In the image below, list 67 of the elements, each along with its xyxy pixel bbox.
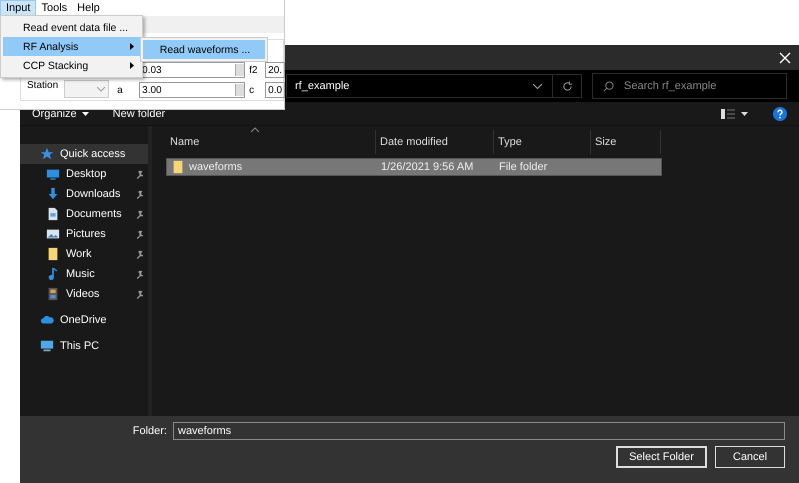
station-label: Station xyxy=(27,80,58,91)
pin-icon[interactable] xyxy=(135,270,144,278)
menu-item[interactable]: Input xyxy=(0,0,36,16)
sidebar-item[interactable]: Music xyxy=(20,264,148,284)
type-cell-text: File folder xyxy=(498,161,548,173)
field-label: c xyxy=(249,84,256,96)
monitor-icon xyxy=(46,167,60,181)
refresh-icon xyxy=(562,80,572,92)
sort-caret-icon xyxy=(250,127,260,133)
column-header[interactable]: Type xyxy=(494,130,591,154)
pin-icon[interactable] xyxy=(135,210,144,218)
address-bar[interactable]: rf_example xyxy=(286,74,582,98)
sidebar-item[interactable]: Videos xyxy=(20,284,148,304)
sidebar-item[interactable]: Work xyxy=(20,244,148,264)
toolbar-button[interactable]: Organize xyxy=(32,108,89,120)
sidebar-item[interactable]: Desktop xyxy=(20,164,148,184)
dialog-button[interactable]: Select Folder xyxy=(616,446,707,468)
field-label: f2 xyxy=(249,64,258,76)
column-header[interactable]: Name xyxy=(166,130,376,154)
download-icon xyxy=(46,187,60,201)
menu-item[interactable]: Read waveforms ... xyxy=(143,40,265,59)
film-icon xyxy=(46,287,60,301)
menu-item[interactable]: Tools xyxy=(36,1,72,15)
menu-item[interactable]: RF Analysis xyxy=(3,37,140,56)
menu-item[interactable]: Help xyxy=(72,1,105,15)
toolbar-button[interactable]: New folder xyxy=(112,108,166,120)
field-label: a xyxy=(117,84,124,96)
folder-icon xyxy=(171,160,185,174)
pin-icon[interactable] xyxy=(135,190,144,198)
number-field[interactable]: 3.00 xyxy=(139,82,246,98)
date-cell-text: 1/26/2021 9:56 AM xyxy=(380,161,474,173)
pin-icon[interactable] xyxy=(135,230,144,238)
submenu-arrow-icon xyxy=(130,43,134,50)
dialog-button[interactable]: Cancel xyxy=(715,446,785,468)
folder-field[interactable]: waveforms xyxy=(173,422,785,440)
search-field[interactable]: Search rf_example xyxy=(592,73,787,99)
chevron-down-icon xyxy=(97,86,106,92)
column-header[interactable]: Size xyxy=(591,130,661,154)
sidebar-item[interactable]: OneDrive xyxy=(20,310,148,330)
view-options-icon[interactable] xyxy=(721,108,749,118)
number-field[interactable]: 20. xyxy=(265,62,286,78)
folder-label: Folder: xyxy=(132,425,167,437)
chevron-down-icon[interactable] xyxy=(533,84,542,88)
search-icon xyxy=(603,80,614,92)
sidebar-item[interactable]: Downloads xyxy=(20,184,148,204)
pin-icon[interactable] xyxy=(135,290,144,298)
file-row[interactable]: waveforms 1/26/2021 9:56 AM File folder xyxy=(166,158,662,176)
pin-icon[interactable] xyxy=(135,250,144,258)
number-field[interactable]: 0.0 xyxy=(265,82,286,98)
star-icon xyxy=(40,147,54,161)
close-icon[interactable] xyxy=(779,52,791,64)
sidebar-item[interactable]: Quick access xyxy=(20,144,148,164)
sidebar-item[interactable]: Documents xyxy=(20,204,148,224)
name-cell: waveforms xyxy=(167,160,377,174)
menu-item[interactable]: Read event data file ... xyxy=(3,18,140,37)
submenu-arrow-icon xyxy=(130,62,134,69)
sidebar-item[interactable]: This PC xyxy=(20,336,148,356)
music-note-icon xyxy=(46,267,60,281)
computer-icon xyxy=(40,339,54,353)
pin-icon[interactable] xyxy=(135,170,144,178)
column-header[interactable]: Date modified xyxy=(376,130,494,154)
folder-icon xyxy=(46,247,60,261)
sidebar-item[interactable]: Pictures xyxy=(20,224,148,244)
document-icon xyxy=(46,207,60,221)
picture-icon xyxy=(46,227,60,241)
menu-item[interactable]: CCP Stacking xyxy=(3,56,140,75)
help-icon[interactable] xyxy=(773,106,787,120)
